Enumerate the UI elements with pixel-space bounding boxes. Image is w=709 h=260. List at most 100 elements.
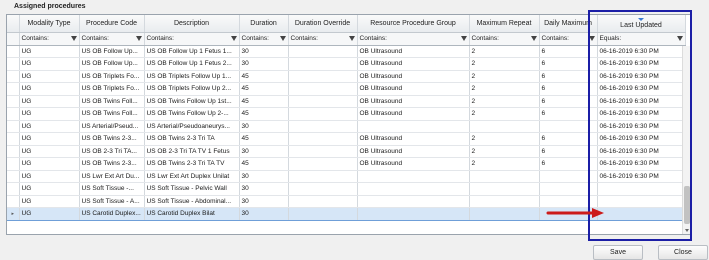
row-indicator-cell[interactable] xyxy=(7,45,20,58)
cell-duration[interactable]: 45 xyxy=(239,107,289,121)
cell-description[interactable]: US Lwr Ext Art Duplex Unilat xyxy=(144,170,240,183)
table-row[interactable]: UG US OB Twins 2-3... US OB Twins 2-3 Tri … xyxy=(7,157,686,171)
table-row[interactable]: UG US OB Follow Up... US OB Follow Up 1 Fe… xyxy=(7,57,686,71)
cell-maximum-repeat[interactable]: 2 xyxy=(469,145,540,158)
cell-maximum-repeat[interactable]: 2 xyxy=(469,157,540,171)
cell-resource-procedure-group[interactable]: OB Ultrasound xyxy=(357,157,470,171)
table-row[interactable]: UG US OB Twins 2-3... US OB Twins 2-3 Tri … xyxy=(7,132,686,146)
save-button[interactable]: Save xyxy=(593,245,643,260)
row-indicator-cell[interactable] xyxy=(7,95,20,108)
cell-description[interactable]: US Carotid Duplex Bilat xyxy=(144,207,240,221)
cell-procedure-code[interactable]: US OB Twins 2-3... xyxy=(79,157,145,171)
cell-last-updated[interactable]: 06-16-2019 6:30 PM xyxy=(597,132,686,146)
cell-maximum-repeat[interactable]: 2 xyxy=(469,95,540,108)
cell-description[interactable]: US OB Triplets Follow Up 2... xyxy=(144,82,240,96)
column-header-daily-maximum[interactable]: Daily Maximum xyxy=(539,15,598,33)
filter-duration-override[interactable]: Contains: xyxy=(288,32,358,46)
cell-resource-procedure-group[interactable] xyxy=(357,207,470,221)
cell-duration-override[interactable] xyxy=(288,182,358,196)
cell-duration-override[interactable] xyxy=(288,132,358,146)
cell-description[interactable]: US Soft Tissue - Abdominal... xyxy=(144,195,240,208)
cell-modality-type[interactable]: UG xyxy=(19,57,80,71)
cell-modality-type[interactable]: UG xyxy=(19,195,80,208)
filter-icon[interactable] xyxy=(279,35,286,41)
cell-duration[interactable]: 45 xyxy=(239,70,289,83)
cell-daily-maximum[interactable] xyxy=(539,182,598,196)
cell-duration[interactable]: 30 xyxy=(239,170,289,183)
cell-last-updated[interactable]: 06-16-2019 6:30 PM xyxy=(597,82,686,96)
cell-last-updated[interactable] xyxy=(597,207,686,221)
cell-duration[interactable]: 45 xyxy=(239,95,289,108)
filter-icon[interactable] xyxy=(230,35,237,41)
cell-maximum-repeat[interactable]: 2 xyxy=(469,132,540,146)
cell-description[interactable]: US OB Follow Up 1 Fetus 1... xyxy=(144,45,240,58)
cell-procedure-code[interactable]: US OB Triplets Fo... xyxy=(79,70,145,83)
cell-duration-override[interactable] xyxy=(288,107,358,121)
filter-icon[interactable] xyxy=(135,35,142,41)
scroll-down-arrow-icon[interactable] xyxy=(685,229,689,232)
cell-duration-override[interactable] xyxy=(288,157,358,171)
cell-duration-override[interactable] xyxy=(288,120,358,133)
cell-resource-procedure-group[interactable]: OB Ultrasound xyxy=(357,82,470,96)
cell-duration[interactable]: 45 xyxy=(239,82,289,96)
table-row[interactable]: UG US Soft Tissue -... US Soft Tissue - Pe… xyxy=(7,182,686,196)
cell-resource-procedure-group[interactable] xyxy=(357,170,470,183)
cell-resource-procedure-group[interactable]: OB Ultrasound xyxy=(357,107,470,121)
cell-resource-procedure-group[interactable]: OB Ultrasound xyxy=(357,70,470,83)
cell-last-updated[interactable]: 06-16-2019 6:30 PM xyxy=(597,95,686,108)
cell-daily-maximum[interactable] xyxy=(539,170,598,183)
table-row[interactable]: UG US Lwr Ext Art Du... US Lwr Ext Art Dup… xyxy=(7,170,686,183)
filter-resource-procedure-group[interactable]: Contains: xyxy=(357,32,470,46)
cell-resource-procedure-group[interactable]: OB Ultrasound xyxy=(357,145,470,158)
cell-daily-maximum[interactable]: 6 xyxy=(539,95,598,108)
table-row[interactable]: UG US OB Twins Foll... US OB Twins Follow … xyxy=(7,107,686,121)
table-row[interactable]: UG US OB Triplets Fo... US OB Triplets Fol… xyxy=(7,70,686,83)
cell-duration[interactable]: 30 xyxy=(239,207,289,221)
cell-duration-override[interactable] xyxy=(288,95,358,108)
cell-description[interactable]: US OB Twins 2-3 Tri TA xyxy=(144,132,240,146)
row-indicator-cell[interactable] xyxy=(7,132,20,146)
cell-procedure-code[interactable]: US OB Triplets Fo... xyxy=(79,82,145,96)
cell-resource-procedure-group[interactable] xyxy=(357,182,470,196)
cell-modality-type[interactable]: UG xyxy=(19,82,80,96)
cell-procedure-code[interactable]: US Soft Tissue - A... xyxy=(79,195,145,208)
filter-icon[interactable] xyxy=(676,35,683,41)
cell-last-updated[interactable]: 06-16-2019 6:30 PM xyxy=(597,145,686,158)
cell-modality-type[interactable]: UG xyxy=(19,70,80,83)
filter-modality-type[interactable]: Contains: xyxy=(19,32,80,46)
column-header-duration[interactable]: Duration xyxy=(239,15,289,33)
row-indicator-cell[interactable] xyxy=(7,157,20,171)
cell-maximum-repeat[interactable] xyxy=(469,170,540,183)
column-header-description[interactable]: Description xyxy=(144,15,240,33)
cell-maximum-repeat[interactable]: 2 xyxy=(469,45,540,58)
cell-modality-type[interactable]: UG xyxy=(19,182,80,196)
filter-description[interactable]: Contains: xyxy=(144,32,240,46)
filter-icon[interactable] xyxy=(460,35,467,41)
cell-modality-type[interactable]: UG xyxy=(19,120,80,133)
cell-procedure-code[interactable]: US OB Twins 2-3... xyxy=(79,132,145,146)
filter-icon[interactable] xyxy=(530,35,537,41)
filter-procedure-code[interactable]: Contains: xyxy=(79,32,145,46)
cell-maximum-repeat[interactable] xyxy=(469,182,540,196)
cell-duration-override[interactable] xyxy=(288,70,358,83)
table-row[interactable]: UG US OB Twins Foll... US OB Twins Follow … xyxy=(7,95,686,108)
cell-modality-type[interactable]: UG xyxy=(19,157,80,171)
cell-modality-type[interactable]: UG xyxy=(19,207,80,221)
cell-last-updated[interactable]: 06-16-2019 6:30 PM xyxy=(597,120,686,133)
cell-last-updated[interactable] xyxy=(597,182,686,196)
cell-last-updated[interactable]: 06-16-2019 6:30 PM xyxy=(597,170,686,183)
cell-daily-maximum[interactable]: 6 xyxy=(539,82,598,96)
cell-duration[interactable]: 30 xyxy=(239,45,289,58)
cell-duration-override[interactable] xyxy=(288,195,358,208)
table-row[interactable]: UG US Arterial/Pseud... US Arterial/Pseudo… xyxy=(7,120,686,133)
cell-description[interactable]: US Soft Tissue - Pelvic Wall xyxy=(144,182,240,196)
cell-procedure-code[interactable]: US Carotid Duplex... xyxy=(79,207,145,221)
row-indicator-cell[interactable] xyxy=(7,82,20,96)
filter-icon[interactable] xyxy=(70,35,77,41)
cell-procedure-code[interactable]: US OB Follow Up... xyxy=(79,57,145,71)
cell-duration-override[interactable] xyxy=(288,45,358,58)
row-indicator-cell[interactable] xyxy=(7,145,20,158)
filter-daily-maximum[interactable]: Contains: xyxy=(539,32,598,46)
cell-maximum-repeat[interactable]: 2 xyxy=(469,82,540,96)
column-header-modality-type[interactable]: Modality Type xyxy=(19,15,80,33)
